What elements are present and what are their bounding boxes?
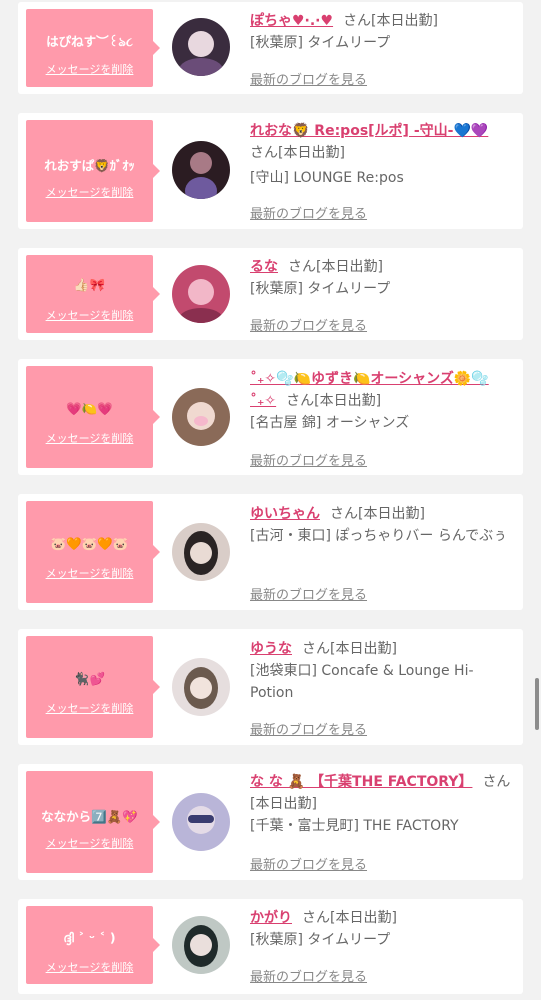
avatar[interactable] — [172, 18, 230, 76]
message-card: 🐈‍⬛💕 メッセージを削除 ゆうな さん[本日出勤] [池袋東口] Concafe… — [18, 629, 523, 745]
message-card: れおすぱ🦁ｶﾞｵｯ メッセージを削除 れおな🦁 Re:pos[ルポ] -守山-💙… — [18, 113, 523, 229]
shop-text: [守山] LOUNGE Re:pos — [250, 170, 404, 186]
latest-blog-link[interactable]: 最新のブログを見る — [250, 69, 367, 88]
message-bubble: はぴねす︶꒰ঌ૮ メッセージを削除 — [26, 9, 160, 87]
scrollbar[interactable] — [535, 678, 539, 730]
delete-message-link[interactable]: メッセージを削除 — [26, 430, 153, 446]
status-text: さん[本日出勤] — [250, 145, 345, 161]
entry-info: るな さん[本日出勤] [秋葉原] タイムリープ — [250, 256, 511, 300]
shop-text: [千葉・富士見町] THE FACTORY — [250, 818, 459, 834]
status-text: さん[本日出勤] — [286, 393, 382, 409]
message-text: はぴねす︶꒰ঌ૮ — [46, 34, 133, 49]
entry-info: ˚₊✧🫧🍋ゆずき🍋オーシャンズ🌼🫧˚₊✧ さん[本日出勤] [名古屋 錦] オーシ… — [250, 368, 511, 434]
shop-text: [古河・東口] ぽっちゃりバー らんでぶぅ — [250, 528, 508, 544]
status-text: さん[本日出勤] — [302, 641, 397, 657]
latest-blog-link[interactable]: 最新のブログを見る — [250, 315, 367, 334]
delete-message-link[interactable]: メッセージを削除 — [26, 61, 153, 77]
message-bubble: 🐈‍⬛💕 メッセージを削除 — [26, 636, 160, 738]
cast-name-link[interactable]: ぽちゃ♥︎·.·♥︎ — [250, 13, 333, 29]
message-card: 👍🏻🎀 メッセージを削除 るな さん[本日出勤] [秋葉原] タイムリープ 最新の… — [18, 248, 523, 340]
avatar[interactable] — [172, 658, 230, 716]
entry-info: れおな🦁 Re:pos[ルポ] -守山-💙💜 さん[本日出勤] [守山] LOU… — [250, 120, 511, 189]
delete-message-link[interactable]: メッセージを削除 — [26, 307, 153, 323]
status-text: さん[本日出勤] — [343, 13, 438, 29]
avatar[interactable] — [172, 265, 230, 323]
latest-blog-link[interactable]: 最新のブログを見る — [250, 719, 367, 738]
cast-name-link[interactable]: ゆいちゃん — [250, 506, 320, 522]
message-card: はぴねす︶꒰ঌ૮ メッセージを削除 ぽちゃ♥︎·.·♥︎ さん[本日出勤] [秋葉… — [18, 2, 523, 94]
delete-message-link[interactable]: メッセージを削除 — [26, 565, 153, 581]
cast-name-link[interactable]: な な 🧸 【千葉THE FACTORY】 — [250, 774, 472, 790]
cast-name-link[interactable]: るな — [250, 259, 278, 275]
delete-message-link[interactable]: メッセージを削除 — [26, 700, 153, 716]
message-text: れおすぱ🦁ｶﾞｵｯ — [44, 158, 135, 173]
message-text: 👍🏻🎀 — [73, 277, 106, 292]
avatar[interactable] — [172, 916, 230, 974]
message-bubble: ななから7️⃣🧸💖 メッセージを削除 — [26, 771, 160, 873]
entry-info: ゆうな さん[本日出勤] [池袋東口] Concafe & Lounge Hi-P… — [250, 638, 511, 704]
cast-name-link[interactable]: かがり — [250, 910, 292, 926]
avatar[interactable] — [172, 388, 230, 446]
message-text: 🐈‍⬛💕 — [73, 671, 106, 686]
shop-text: [池袋東口] Concafe & Lounge Hi-Potion — [250, 663, 474, 701]
cast-name-link[interactable]: ゆうな — [250, 641, 292, 657]
message-bubble: 🐷🧡🐷🧡🐷 メッセージを削除 — [26, 501, 160, 603]
latest-blog-link[interactable]: 最新のブログを見る — [250, 966, 367, 985]
entry-info: ゆいちゃん さん[本日出勤] [古河・東口] ぽっちゃりバー らんでぶぅ — [250, 503, 511, 547]
entry-info: な な 🧸 【千葉THE FACTORY】 さん[本日出勤] [千葉・富士見町] … — [250, 771, 511, 837]
shop-text: [秋葉原] タイムリープ — [250, 932, 391, 948]
entry-info: ぽちゃ♥︎·.·♥︎ さん[本日出勤] [秋葉原] タイムリープ — [250, 10, 511, 54]
delete-message-link[interactable]: メッセージを削除 — [26, 835, 153, 851]
latest-blog-link[interactable]: 最新のブログを見る — [250, 854, 367, 873]
message-card: ななから7️⃣🧸💖 メッセージを削除 な な 🧸 【千葉THE FACTORY】… — [18, 764, 523, 880]
message-bubble: 💗🍋💗 メッセージを削除 — [26, 366, 160, 468]
avatar[interactable] — [172, 141, 230, 199]
message-text: ദ്ദി ˃ ᵕ ˂ ) — [63, 930, 116, 945]
message-bubble: 👍🏻🎀 メッセージを削除 — [26, 255, 160, 333]
entry-info: かがり さん[本日出勤] [秋葉原] タイムリープ — [250, 907, 511, 951]
avatar[interactable] — [172, 793, 230, 851]
message-card: 💗🍋💗 メッセージを削除 ˚₊✧🫧🍋ゆずき🍋オーシャンズ🌼🫧˚₊✧ さん[本日出勤… — [18, 359, 523, 475]
message-card: 🐷🧡🐷🧡🐷 メッセージを削除 ゆいちゃん さん[本日出勤] [古河・東口] ぽっち… — [18, 494, 523, 610]
delete-message-link[interactable]: メッセージを削除 — [26, 184, 153, 200]
message-text: 🐷🧡🐷🧡🐷 — [50, 536, 129, 551]
avatar[interactable] — [172, 523, 230, 581]
message-card: ദ്ദി ˃ ᵕ ˂ ) メッセージを削除 かがり さん[本日出勤] [秋葉原] … — [18, 899, 523, 994]
latest-blog-link[interactable]: 最新のブログを見る — [250, 203, 367, 222]
message-bubble: れおすぱ🦁ｶﾞｵｯ メッセージを削除 — [26, 120, 160, 222]
status-text: さん[本日出勤] — [330, 506, 425, 522]
shop-text: [名古屋 錦] オーシャンズ — [250, 415, 410, 431]
status-text: さん[本日出勤] — [302, 910, 397, 926]
latest-blog-link[interactable]: 最新のブログを見る — [250, 584, 367, 603]
message-text: 💗🍋💗 — [66, 401, 113, 416]
latest-blog-link[interactable]: 最新のブログを見る — [250, 450, 367, 469]
cast-name-link[interactable]: れおな🦁 Re:pos[ルポ] -守山-💙💜 — [250, 123, 488, 139]
message-text: ななから7️⃣🧸💖 — [41, 809, 138, 824]
delete-message-link[interactable]: メッセージを削除 — [26, 959, 153, 975]
status-text: さん[本日出勤] — [288, 259, 383, 275]
shop-text: [秋葉原] タイムリープ — [250, 35, 391, 51]
message-bubble: ദ്ദി ˃ ᵕ ˂ ) メッセージを削除 — [26, 906, 160, 984]
shop-text: [秋葉原] タイムリープ — [250, 281, 391, 297]
